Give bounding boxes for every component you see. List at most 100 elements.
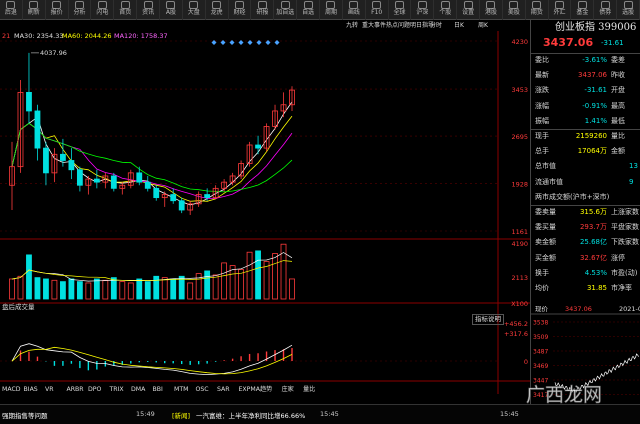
toolbar-button[interactable]: 画线 (343, 0, 366, 20)
quote-label-secondary: 委差 (611, 56, 625, 64)
quote-label-secondary: 下跌家数 (611, 238, 639, 247)
toolbar-button[interactable]: 财经 (229, 0, 252, 20)
mini-tick-label: 3538 (533, 320, 548, 327)
toolbar-button[interactable]: 自选 (297, 0, 321, 20)
toolbar-button[interactable]: 外汇 (549, 0, 572, 20)
volume-bar (93, 278, 100, 300)
toolbar-button[interactable]: 港股 (480, 0, 503, 20)
candle-body (170, 194, 177, 202)
indicator-tab[interactable]: DPO (88, 386, 101, 393)
toolbar-icon (303, 1, 313, 9)
toolbar-icon (417, 1, 427, 9)
toolbar-button[interactable]: 周期 (320, 0, 343, 20)
quote-label-secondary: 市盈(动) (611, 268, 638, 277)
indicator-tab[interactable]: OSC (196, 386, 209, 393)
quote-label: 现手 (535, 132, 549, 140)
toolbar-button[interactable]: 债券 (594, 0, 618, 20)
toolbar-button[interactable]: 刷新 (23, 0, 46, 20)
ticker-item[interactable]: [新闻] (172, 410, 190, 420)
toolbar-label: F10 (371, 9, 383, 16)
indicator-tab[interactable]: MACD (2, 386, 21, 393)
toolbar-button[interactable]: 后退 (0, 0, 23, 20)
quote-value: -31.61 (584, 86, 607, 95)
quote-label: 涨跌 (535, 86, 549, 95)
quote-label-secondary: 上涨家数 (611, 208, 639, 216)
tab-item[interactable]: 分时 (430, 20, 442, 31)
tab-item[interactable]: 重大事件 (362, 20, 386, 31)
toolbar-label: 选股 (622, 9, 635, 16)
toolbar-label: 龙虎 (210, 9, 223, 16)
quote-value: 4.53% (584, 268, 607, 277)
ticker-item[interactable]: 15:49 (136, 410, 155, 418)
ticker-item[interactable]: 强期指售等问题 (2, 410, 48, 420)
toolbar-icon (349, 1, 359, 9)
indicator-tab[interactable]: DMA (131, 386, 146, 393)
indicator-help-button[interactable]: 指标说明 (472, 314, 504, 325)
toolbar-button[interactable]: 大盘 (183, 0, 206, 20)
toolbar-button[interactable]: 加自选 (274, 0, 298, 20)
toolbar-button[interactable]: 期货 (526, 0, 549, 20)
quote-value: 2159260 (575, 132, 607, 140)
candle-body (255, 144, 261, 149)
tab-item[interactable]: 九转 (346, 20, 358, 31)
volume-bar (178, 275, 185, 300)
toolbar-button[interactable]: 基金 (571, 0, 595, 20)
toolbar-button[interactable]: 个股 (434, 0, 458, 20)
toolbar-button[interactable]: A股 (160, 0, 183, 20)
ticker-item[interactable]: 15:45 (320, 410, 339, 418)
candle-body (26, 91, 32, 112)
quote-row: 流通市值 9 (531, 176, 640, 188)
toolbar-button[interactable]: 报价 (46, 0, 69, 20)
toolbar-label: 外汇 (553, 9, 566, 16)
toolbar-button[interactable]: 设置 (457, 0, 481, 20)
indicator-tab[interactable]: 趋势 (260, 385, 272, 393)
candle-body (153, 187, 160, 199)
tab-item[interactable]: 热点问题 (386, 20, 410, 31)
toolbar-button[interactable]: 沪深 (411, 0, 435, 20)
quote-label: 振幅 (535, 116, 549, 125)
indicator-tab[interactable]: 庄家 (282, 385, 294, 393)
toolbar-icon (463, 1, 473, 9)
volume-bar (136, 278, 143, 300)
quote-row: 总市值 13 (531, 160, 640, 172)
toolbar-icon (623, 1, 633, 9)
indicator-tab[interactable]: MTM (174, 386, 188, 393)
quote-label: 卖金额 (535, 238, 556, 247)
quote-label-secondary: 市净率 (611, 284, 632, 292)
indicator-tab[interactable]: VR (45, 386, 54, 393)
toolbar-button[interactable]: 全球 (389, 0, 412, 20)
macd-tick-label: +456.2 (504, 320, 528, 328)
mini-tick-label: 3487 (533, 349, 548, 356)
toolbar-label: A股 (165, 9, 176, 16)
candle-body (43, 147, 49, 174)
indicator-tab[interactable]: EXPMA (239, 386, 261, 393)
indicator-tab[interactable]: BBI (153, 386, 163, 393)
toolbar-button[interactable]: 美股 (503, 0, 526, 20)
quote-label-secondary: 昨收 (611, 71, 625, 80)
indicator-tab[interactable]: BIAS (24, 386, 38, 393)
tab-item[interactable]: 周K (478, 20, 488, 31)
toolbar-button[interactable]: 首页 (114, 0, 138, 20)
toolbar-button[interactable]: 研报 (251, 0, 275, 20)
ticker-item[interactable]: 一汽富维：上半年净利同比增66.66% (196, 410, 305, 420)
quote-value: 32.67亿 (579, 253, 607, 262)
toolbar-icon (577, 1, 587, 9)
toolbar-label: 期货 (530, 9, 543, 16)
kline-chart-area[interactable]: 4230 3453 2695 1928 1161 4037.96 4190 2113 X100 +… (0, 31, 530, 394)
tab-item[interactable]: 日K (454, 20, 464, 31)
quote-value-secondary: 13 (629, 162, 638, 171)
ticker-item[interactable]: 15:45 (500, 410, 519, 418)
candle-body (144, 181, 151, 189)
indicator-tab[interactable]: SAR (217, 386, 230, 393)
indicator-tab[interactable]: ARBR (67, 386, 85, 393)
toolbar-button[interactable]: 闪电 (91, 0, 115, 20)
toolbar-button[interactable]: 龙虎 (206, 0, 229, 20)
toolbar-button[interactable]: 资讯 (137, 0, 161, 20)
toolbar-button[interactable]: 分析 (69, 0, 92, 20)
candle-body (178, 200, 185, 211)
indicator-tab[interactable]: 量比 (303, 385, 315, 393)
mini-tick-label: 3469 (533, 363, 548, 370)
toolbar-button[interactable]: 选股 (617, 0, 640, 20)
indicator-tab[interactable]: TRIX (109, 386, 125, 393)
toolbar-button[interactable]: F10 (366, 0, 389, 20)
